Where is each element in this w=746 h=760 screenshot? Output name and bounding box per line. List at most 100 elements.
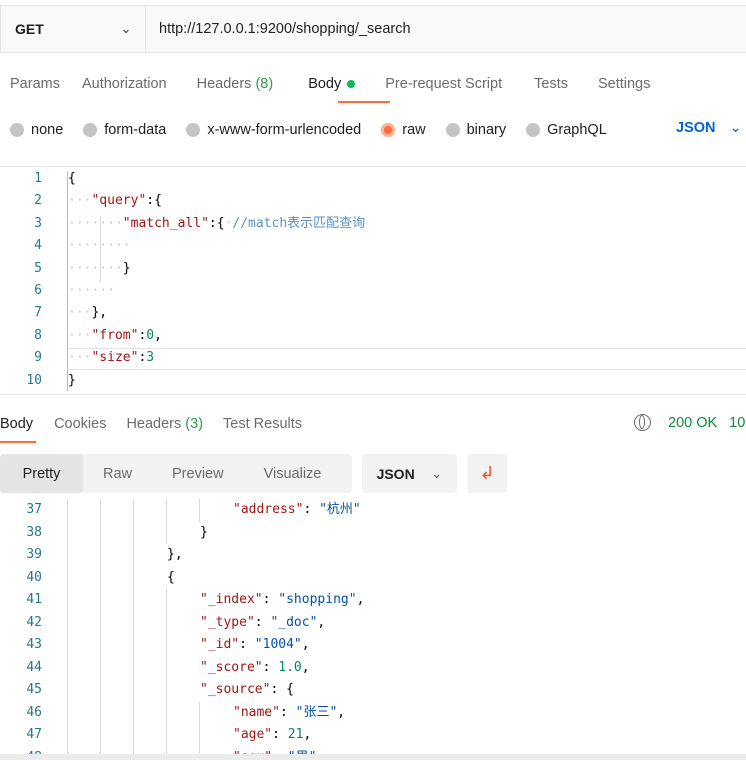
line-text: "_source": {: [200, 679, 294, 701]
radio-x-www-form-urlencoded[interactable]: x-www-form-urlencoded: [186, 122, 361, 138]
line-number: 45: [26, 682, 42, 697]
indent-guide: [67, 544, 68, 567]
radio-label: binary: [466, 122, 507, 138]
response-tabs: Body Cookies Headers (3) Test Results: [0, 414, 302, 434]
indent-guide: [100, 656, 101, 679]
line-text: "address": "杭州": [233, 499, 361, 521]
token: ,: [303, 727, 312, 742]
token: :: [254, 614, 271, 630]
wrap-lines-button[interactable]: ↲: [467, 454, 507, 493]
line-text: ········: [68, 235, 131, 257]
line-text: ···},: [68, 302, 107, 324]
radio-GraphQL[interactable]: GraphQL: [526, 122, 607, 138]
radio-button[interactable]: [186, 123, 201, 137]
radio-button[interactable]: [381, 123, 396, 137]
token: ···: [68, 350, 92, 366]
view-mode-pretty[interactable]: Pretty: [0, 454, 83, 493]
radio-raw[interactable]: raw: [381, 122, 426, 138]
view-mode-preview[interactable]: Preview: [152, 454, 244, 493]
code-line: 4 ········: [0, 235, 746, 257]
response-tab-cookies[interactable]: Cookies: [54, 416, 106, 432]
body-type-radios: none form-data x-www-form-urlencoded raw bin…: [10, 120, 607, 140]
active-response-tab-underline: [0, 441, 36, 443]
indent-guide: [67, 566, 68, 589]
line-text: ·······}: [68, 258, 131, 280]
line-text: "_id": "1004",: [200, 634, 310, 656]
line-number: 2: [34, 193, 42, 209]
line-text: }: [200, 522, 208, 544]
chevron-down-icon: ⌄: [120, 22, 131, 36]
tab-pre-request-script[interactable]: Pre-request Script: [385, 76, 502, 92]
indent-guide: [133, 701, 134, 724]
tab-label: Settings: [597, 76, 651, 92]
code-line: 46 "name": "张三",: [0, 702, 746, 724]
response-tab-test-results[interactable]: Test Results: [223, 416, 302, 432]
token: //match表示匹配查询: [232, 215, 366, 231]
indent-guide: [67, 611, 68, 634]
indent-guide: [100, 566, 101, 589]
status-time[interactable]: 10: [729, 415, 745, 431]
radio-none[interactable]: none: [10, 122, 63, 138]
token: "address": [233, 502, 304, 517]
radio-button[interactable]: [526, 123, 541, 137]
tab-label: Pre-request Script: [385, 76, 503, 92]
radio-label: GraphQL: [547, 122, 607, 138]
status-code[interactable]: 200 OK: [668, 415, 717, 431]
tab-count: (8): [255, 76, 274, 92]
view-mode-visualize[interactable]: Visualize: [244, 454, 342, 493]
radio-button[interactable]: [83, 123, 98, 137]
method-select[interactable]: GET ⌄: [1, 6, 146, 52]
tab-params[interactable]: Params: [10, 76, 60, 92]
indent-guide: [133, 679, 134, 702]
token: ·······: [68, 215, 123, 231]
token: ···: [68, 193, 92, 209]
code-line: 9 ···"size":3: [0, 347, 746, 369]
tab-settings[interactable]: Settings: [598, 76, 650, 92]
url-input[interactable]: http://127.0.0.1:9200/shopping/_search: [146, 6, 411, 52]
indent-guide: [133, 589, 134, 612]
indent-guide: [133, 566, 134, 589]
tab-label: Body: [0, 416, 34, 432]
tab-label: Body: [308, 76, 342, 92]
response-tab-body[interactable]: Body: [0, 416, 33, 432]
token: "name": [233, 704, 280, 720]
line-text: "_score": 1.0,: [200, 657, 310, 679]
token: },: [91, 305, 108, 321]
tab-tests[interactable]: Tests: [534, 76, 568, 92]
token: "size": [91, 350, 139, 366]
indent-guide: [67, 701, 68, 724]
indent-guide: [199, 499, 200, 522]
horizontal-scrollbar[interactable]: [0, 754, 746, 760]
token: :: [262, 592, 279, 607]
radio-label: x-www-form-urlencoded: [207, 122, 362, 138]
radio-button[interactable]: [10, 123, 24, 137]
indent-guide: [100, 701, 101, 724]
body-format-select[interactable]: JSON ⌄: [676, 120, 742, 136]
radio-form-data[interactable]: form-data: [83, 122, 166, 138]
code-line: 44 "_score": 1.0,: [0, 657, 746, 679]
indent-guide: [133, 724, 134, 747]
tab-label: Test Results: [223, 416, 303, 432]
response-format-select[interactable]: JSON ⌄: [362, 454, 457, 493]
line-text: ···"size":3: [68, 347, 154, 369]
view-mode-group: Pretty Raw Preview Visualize: [0, 454, 352, 493]
indent-guide: [67, 634, 68, 657]
line-number: 41: [26, 592, 42, 607]
view-mode-raw[interactable]: Raw: [83, 454, 152, 493]
radio-button[interactable]: [445, 123, 460, 137]
response-tab-headers[interactable]: Headers (3): [126, 416, 203, 432]
globe-icon[interactable]: [634, 414, 651, 431]
indent-guide: [100, 521, 101, 544]
token: {: [167, 569, 175, 585]
tab-headers[interactable]: Headers (8): [197, 76, 274, 92]
tab-authorization[interactable]: Authorization: [82, 76, 167, 92]
line-number: 3: [34, 215, 42, 231]
code-line: 38}: [0, 522, 746, 544]
radio-binary[interactable]: binary: [445, 122, 507, 138]
tab-body[interactable]: Body: [308, 76, 356, 92]
token: "_score": [200, 659, 263, 675]
line-text: ······: [68, 280, 115, 302]
response-body-viewer[interactable]: 37 "address": "杭州" 38} 39}, 40{41 "_index": "…: [0, 499, 746, 760]
line-text: },: [167, 544, 183, 566]
request-body-editor[interactable]: 1{2 ···"query":{3 ·······"match_all":{·//m…: [0, 166, 746, 395]
